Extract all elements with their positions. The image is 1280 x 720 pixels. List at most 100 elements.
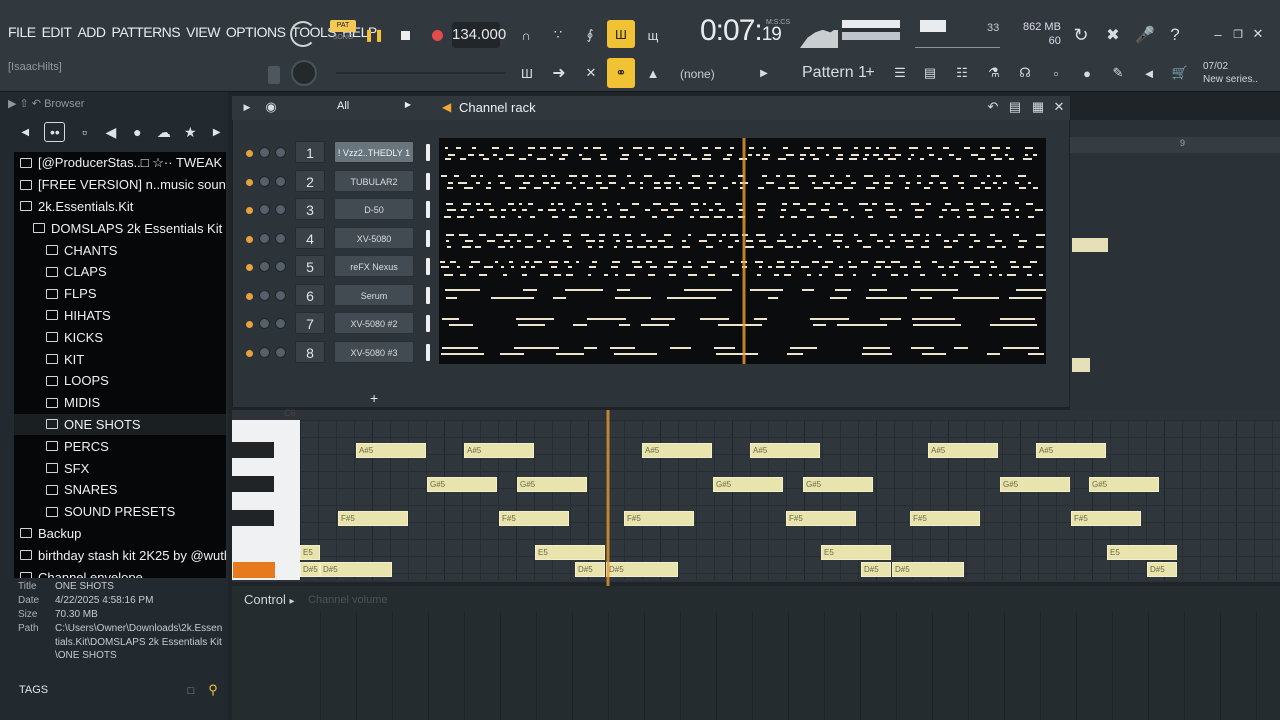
channel-mixer-track[interactable]: 5 [295, 255, 325, 277]
arrow-right-icon[interactable]: ➜ [546, 60, 572, 86]
piano-roll-note[interactable]: E5 [300, 545, 320, 560]
menu-view[interactable]: VIEW [186, 24, 220, 40]
menu-file[interactable]: FILE [8, 24, 36, 40]
menu-patterns[interactable]: PATTERNS [112, 24, 181, 40]
browser-item[interactable]: Backup [14, 523, 226, 545]
brush-icon[interactable]: ✕ [578, 60, 604, 86]
channel-mixer-track[interactable]: 8 [295, 340, 325, 363]
channel-volume-knob[interactable] [275, 204, 286, 215]
active-key[interactable] [233, 562, 275, 578]
piano-roll-note[interactable]: F#5 [624, 511, 694, 526]
search-icon[interactable]: ⚲ [205, 682, 221, 698]
channel-volume-knob[interactable] [275, 261, 286, 272]
channel-pan-knob[interactable] [259, 346, 270, 358]
graph-icon[interactable]: ▤ [1007, 99, 1023, 115]
tools-icon[interactable]: ✖ [1102, 22, 1124, 48]
channel-pan-knob[interactable] [259, 289, 270, 301]
browser-item[interactable]: SNARES [14, 479, 226, 501]
channel-select-indicator[interactable] [426, 343, 430, 361]
channel-name-button[interactable]: XV-5080 [334, 226, 414, 249]
rack-menu-icon[interactable]: ▶ [241, 100, 253, 114]
channel-pan-knob[interactable] [259, 147, 270, 158]
channel-select-indicator[interactable] [426, 286, 430, 304]
channel-pan-knob[interactable] [259, 232, 270, 244]
link-icon[interactable]: ⚭ [607, 58, 635, 88]
channel-name-button[interactable]: D-50 [334, 198, 414, 220]
browser-item[interactable]: CHANTS [14, 239, 226, 261]
macro-icon[interactable]: ◄ [1137, 60, 1161, 86]
channel-select-indicator[interactable] [426, 144, 430, 161]
pattern-prev-icon[interactable]: ▶ [757, 62, 771, 84]
browser-item[interactable]: SOUND PRESETS [14, 501, 226, 523]
channel-mute-led[interactable] [246, 321, 253, 328]
add-pattern-icon[interactable]: + [862, 62, 878, 84]
piano-roll-note[interactable]: G#5 [517, 477, 587, 492]
browser-item[interactable]: [@ProducerStas..□ ☆·· TWEAK KIT [14, 152, 226, 174]
channel-volume-knob[interactable] [275, 232, 286, 244]
channel-select-indicator[interactable] [426, 229, 430, 247]
channel-select-indicator[interactable] [426, 315, 430, 332]
piano-roll-note[interactable]: A#5 [750, 443, 820, 458]
channel-name-button[interactable]: XV-5080 #3 [334, 340, 414, 363]
shop-icon[interactable]: 🛒 [1168, 60, 1192, 86]
browser-item[interactable]: HIHATS [14, 305, 226, 327]
undo-icon[interactable]: ↶ [986, 99, 1000, 115]
star-icon[interactable]: ★ [183, 122, 197, 142]
piano-roll-note[interactable]: F#5 [786, 511, 856, 526]
microphone-icon[interactable]: 🎤 [1134, 22, 1156, 48]
piano-roll-note[interactable]: F#5 [499, 511, 569, 526]
piano-roll-note[interactable]: A#5 [1036, 443, 1106, 458]
channel-mixer-track[interactable]: 4 [295, 226, 325, 249]
close-icon[interactable]: ✕ [1250, 26, 1266, 42]
browser-tree-icon[interactable]: ☊ [1013, 60, 1037, 86]
channel-pan-knob[interactable] [259, 261, 270, 272]
channel-mute-led[interactable] [246, 264, 253, 271]
piano-roll-note[interactable]: F#5 [338, 511, 408, 526]
touch-keyboard-icon[interactable]: ✎ [1106, 60, 1130, 86]
browser-item[interactable]: SFX [14, 457, 226, 479]
document-icon[interactable]: ▫ [77, 122, 91, 142]
record-icon[interactable] [427, 22, 447, 48]
channel-pan-knob[interactable] [259, 318, 270, 329]
browser-item[interactable]: PERCS [14, 435, 226, 457]
piano-roll-note[interactable]: G#5 [803, 477, 873, 492]
black-key[interactable] [232, 476, 274, 492]
browser-item[interactable]: ONE SHOTS [14, 413, 226, 436]
piano-roll-note[interactable]: G#5 [1000, 477, 1070, 492]
view-toggle-icon[interactable]: ▦ [1030, 99, 1046, 115]
channel-row[interactable]: 3 D-50 [240, 198, 430, 222]
channel-mute-led[interactable] [246, 207, 253, 214]
piano-roll-note[interactable]: F#5 [1071, 511, 1141, 526]
browser-item[interactable]: [FREE VERSION] n..music sound kit [14, 174, 226, 196]
browser-item[interactable]: birthday stash kit 2K25 by @wutho [14, 544, 226, 566]
news-panel[interactable]: 07/02 New series.. [1203, 60, 1258, 86]
master-volume-knob[interactable] [290, 21, 316, 47]
browser-item[interactable]: 2k.Essentials.Kit [14, 196, 226, 218]
black-key[interactable] [232, 510, 274, 526]
piano-roll-note[interactable]: G#5 [713, 477, 783, 492]
piano-roll-note[interactable]: E5 [535, 545, 605, 560]
forward-icon[interactable]: ▶ [210, 122, 224, 142]
channel-row[interactable]: 4 XV-5080 [240, 226, 430, 251]
master-pitch-knob[interactable] [291, 60, 317, 86]
channel-name-button[interactable]: Serum [334, 283, 414, 306]
channel-select-indicator[interactable] [426, 172, 430, 190]
stop-icon[interactable] [395, 22, 415, 48]
browser-item[interactable]: FLPS [14, 283, 226, 305]
piano-roll-note[interactable]: D#5 [861, 562, 891, 577]
channel-name-button[interactable]: TUBULAR2 [334, 169, 414, 192]
channel-row[interactable]: 7 XV-5080 #2 [240, 312, 430, 336]
playlist-icon[interactable]: ☰ [888, 60, 912, 86]
piano-roll-note[interactable]: A#5 [356, 443, 426, 458]
swing-icon[interactable]: ◉ [263, 99, 279, 115]
pat-song-toggle[interactable]: PAT SONG [330, 20, 356, 48]
channel-row[interactable]: 8 XV-5080 #3 [240, 340, 430, 365]
snap-target-selector[interactable]: (none) [680, 67, 715, 81]
rack-close-icon[interactable]: ✕ [1052, 99, 1066, 115]
plugin-icon[interactable]: ● [1075, 60, 1099, 86]
channel-rack-icon[interactable]: ☷ [950, 60, 974, 86]
channel-name-button[interactable]: ! Vzz2..THEDLY 1 [334, 141, 414, 163]
piano-roll-note[interactable]: E5 [1107, 545, 1177, 560]
channel-volume-knob[interactable] [275, 289, 286, 301]
menu-add[interactable]: ADD [77, 24, 106, 40]
